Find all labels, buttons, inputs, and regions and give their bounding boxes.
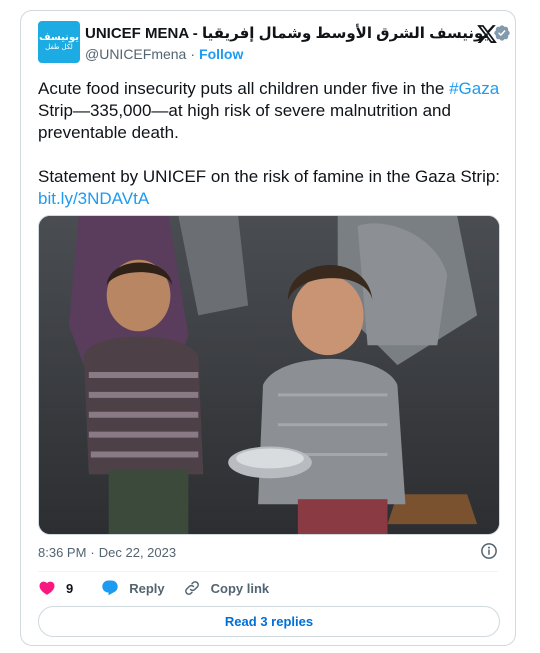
reply-icon — [102, 580, 118, 596]
tweet-photo[interactable] — [38, 215, 500, 535]
link-icon — [184, 581, 199, 595]
like-button[interactable]: 9 — [38, 579, 83, 597]
read-replies-button[interactable]: Read 3 replies — [38, 606, 500, 637]
likes-count: 9 — [66, 580, 74, 596]
reply-button[interactable]: Reply — [101, 579, 165, 597]
timestamp-separator: · — [90, 545, 95, 560]
tweet-timestamp[interactable]: 8:36 PM · Dec 22, 2023 — [38, 545, 176, 560]
follow-button[interactable]: Follow — [199, 46, 243, 62]
action-bar: 9 Reply Copy link — [38, 578, 287, 598]
tweet-text-part: Acute food insecurity puts all children … — [38, 79, 450, 98]
author-name-row: UNICEF MENA - يونيسف الشرق الأوسط وشمال … — [85, 22, 511, 44]
tweet-text-part: Strip—335,000—at high risk of severe mal… — [38, 101, 451, 142]
avatar[interactable]: يونيسف لكل طفل — [38, 21, 80, 63]
author-display-name[interactable]: UNICEF MENA - يونيسف الشرق الأوسط وشمال … — [85, 24, 489, 42]
tweet-paragraph-1: Acute food insecurity puts all children … — [38, 78, 504, 144]
divider — [38, 571, 498, 572]
copy-link-button[interactable]: Copy link — [183, 579, 270, 597]
author-handle-row: @UNICEFmena · Follow — [85, 46, 243, 62]
statement-link[interactable]: bit.ly/3NDAVtA — [38, 189, 149, 208]
info-icon[interactable] — [480, 542, 498, 560]
heart-icon — [39, 581, 55, 595]
tweet-paragraph-2: Statement by UNICEF on the risk of famin… — [38, 166, 504, 210]
hashtag-link[interactable]: #Gaza — [449, 79, 499, 98]
x-logo-icon[interactable] — [476, 23, 498, 45]
tweet-text-part: Statement by UNICEF on the risk of famin… — [38, 167, 501, 186]
reply-label: Reply — [129, 580, 165, 596]
tweet-time: 8:36 PM — [38, 545, 87, 560]
author-handle[interactable]: @UNICEFmena — [85, 46, 186, 62]
tweet-card: يونيسف لكل طفل UNICEF MENA - يونيسف الشر… — [20, 10, 516, 646]
avatar-text-top: يونيسف — [39, 32, 79, 43]
read-replies-label: Read 3 replies — [224, 614, 314, 629]
tweet-text: Acute food insecurity puts all children … — [38, 78, 504, 210]
handle-separator: · — [190, 46, 196, 62]
avatar-text-bottom: لكل طفل — [45, 44, 73, 51]
tweet-date: Dec 22, 2023 — [98, 545, 177, 560]
copy-link-label: Copy link — [210, 580, 270, 596]
